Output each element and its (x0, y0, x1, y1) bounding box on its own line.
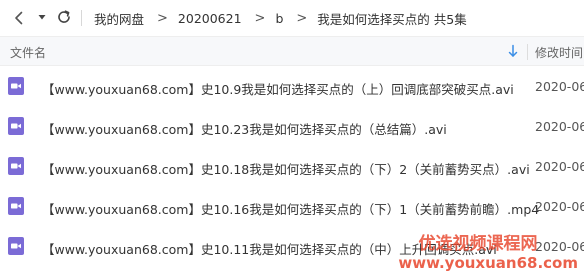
breadcrumb-separator: > (296, 10, 308, 26)
file-name[interactable]: 【www.youxuan68.com】史10.16我是如何选择买点的（下）1（关… (42, 199, 539, 218)
chevron-left-icon[interactable] (10, 9, 28, 27)
column-header-date[interactable]: 修改时间 (535, 44, 583, 61)
file-row[interactable]: 【www.youxuan68.com】史10.16我是如何选择买点的（下）1（关… (0, 187, 584, 227)
video-file-icon (8, 197, 24, 215)
file-name[interactable]: 【www.youxuan68.com】史10.9我是如何选择买点的（上）回调底部… (42, 79, 514, 98)
file-list: 【www.youxuan68.com】史10.9我是如何选择买点的（上）回调底部… (0, 67, 584, 267)
file-list-header: 文件名 修改时间 (0, 36, 584, 66)
toolbar-divider (81, 10, 82, 26)
caret-down-icon[interactable] (36, 11, 48, 23)
refresh-icon[interactable] (55, 8, 73, 26)
breadcrumb-folder-b[interactable]: b (275, 11, 283, 26)
file-name[interactable]: 【www.youxuan68.com】史10.23我是如何选择买点的（总结篇）.… (42, 119, 447, 138)
file-modified-date: 2020-06- (535, 199, 584, 214)
video-file-icon (8, 77, 24, 95)
breadcrumb-current-folder[interactable]: 我是如何选择买点的 共5集 (317, 9, 466, 28)
file-modified-date: 2020-06- (535, 119, 584, 134)
file-row[interactable]: 【www.youxuan68.com】史10.11我是如何选择买点的（中）上升回… (0, 227, 584, 267)
file-modified-date: 2020-06- (535, 239, 584, 254)
file-modified-date: 2020-06- (535, 79, 584, 94)
breadcrumb-separator: > (254, 10, 266, 26)
video-file-icon (8, 157, 24, 175)
arrow-down-icon[interactable] (507, 44, 519, 58)
breadcrumb-folder-date[interactable]: 20200621 (178, 11, 242, 26)
breadcrumb: 我的网盘 > 20200621 > b > 我是如何选择买点的 共5集 (94, 8, 467, 28)
file-row[interactable]: 【www.youxuan68.com】史10.9我是如何选择买点的（上）回调底部… (0, 67, 584, 107)
breadcrumb-separator: > (157, 10, 168, 26)
file-name[interactable]: 【www.youxuan68.com】史10.18我是如何选择买点的（下）2（关… (42, 159, 530, 178)
file-row[interactable]: 【www.youxuan68.com】史10.23我是如何选择买点的（总结篇）.… (0, 107, 584, 147)
file-modified-date: 2020-06- (535, 159, 584, 174)
column-header-name[interactable]: 文件名 (10, 44, 46, 61)
video-file-icon (8, 237, 24, 255)
column-divider[interactable] (527, 44, 528, 60)
file-row[interactable]: 【www.youxuan68.com】史10.18我是如何选择买点的（下）2（关… (0, 147, 584, 187)
breadcrumb-root[interactable]: 我的网盘 (94, 9, 144, 28)
file-name[interactable]: 【www.youxuan68.com】史10.11我是如何选择买点的（中）上升回… (42, 239, 497, 258)
toolbar: 我的网盘 > 20200621 > b > 我是如何选择买点的 共5集 (0, 0, 584, 36)
video-file-icon (8, 117, 24, 135)
